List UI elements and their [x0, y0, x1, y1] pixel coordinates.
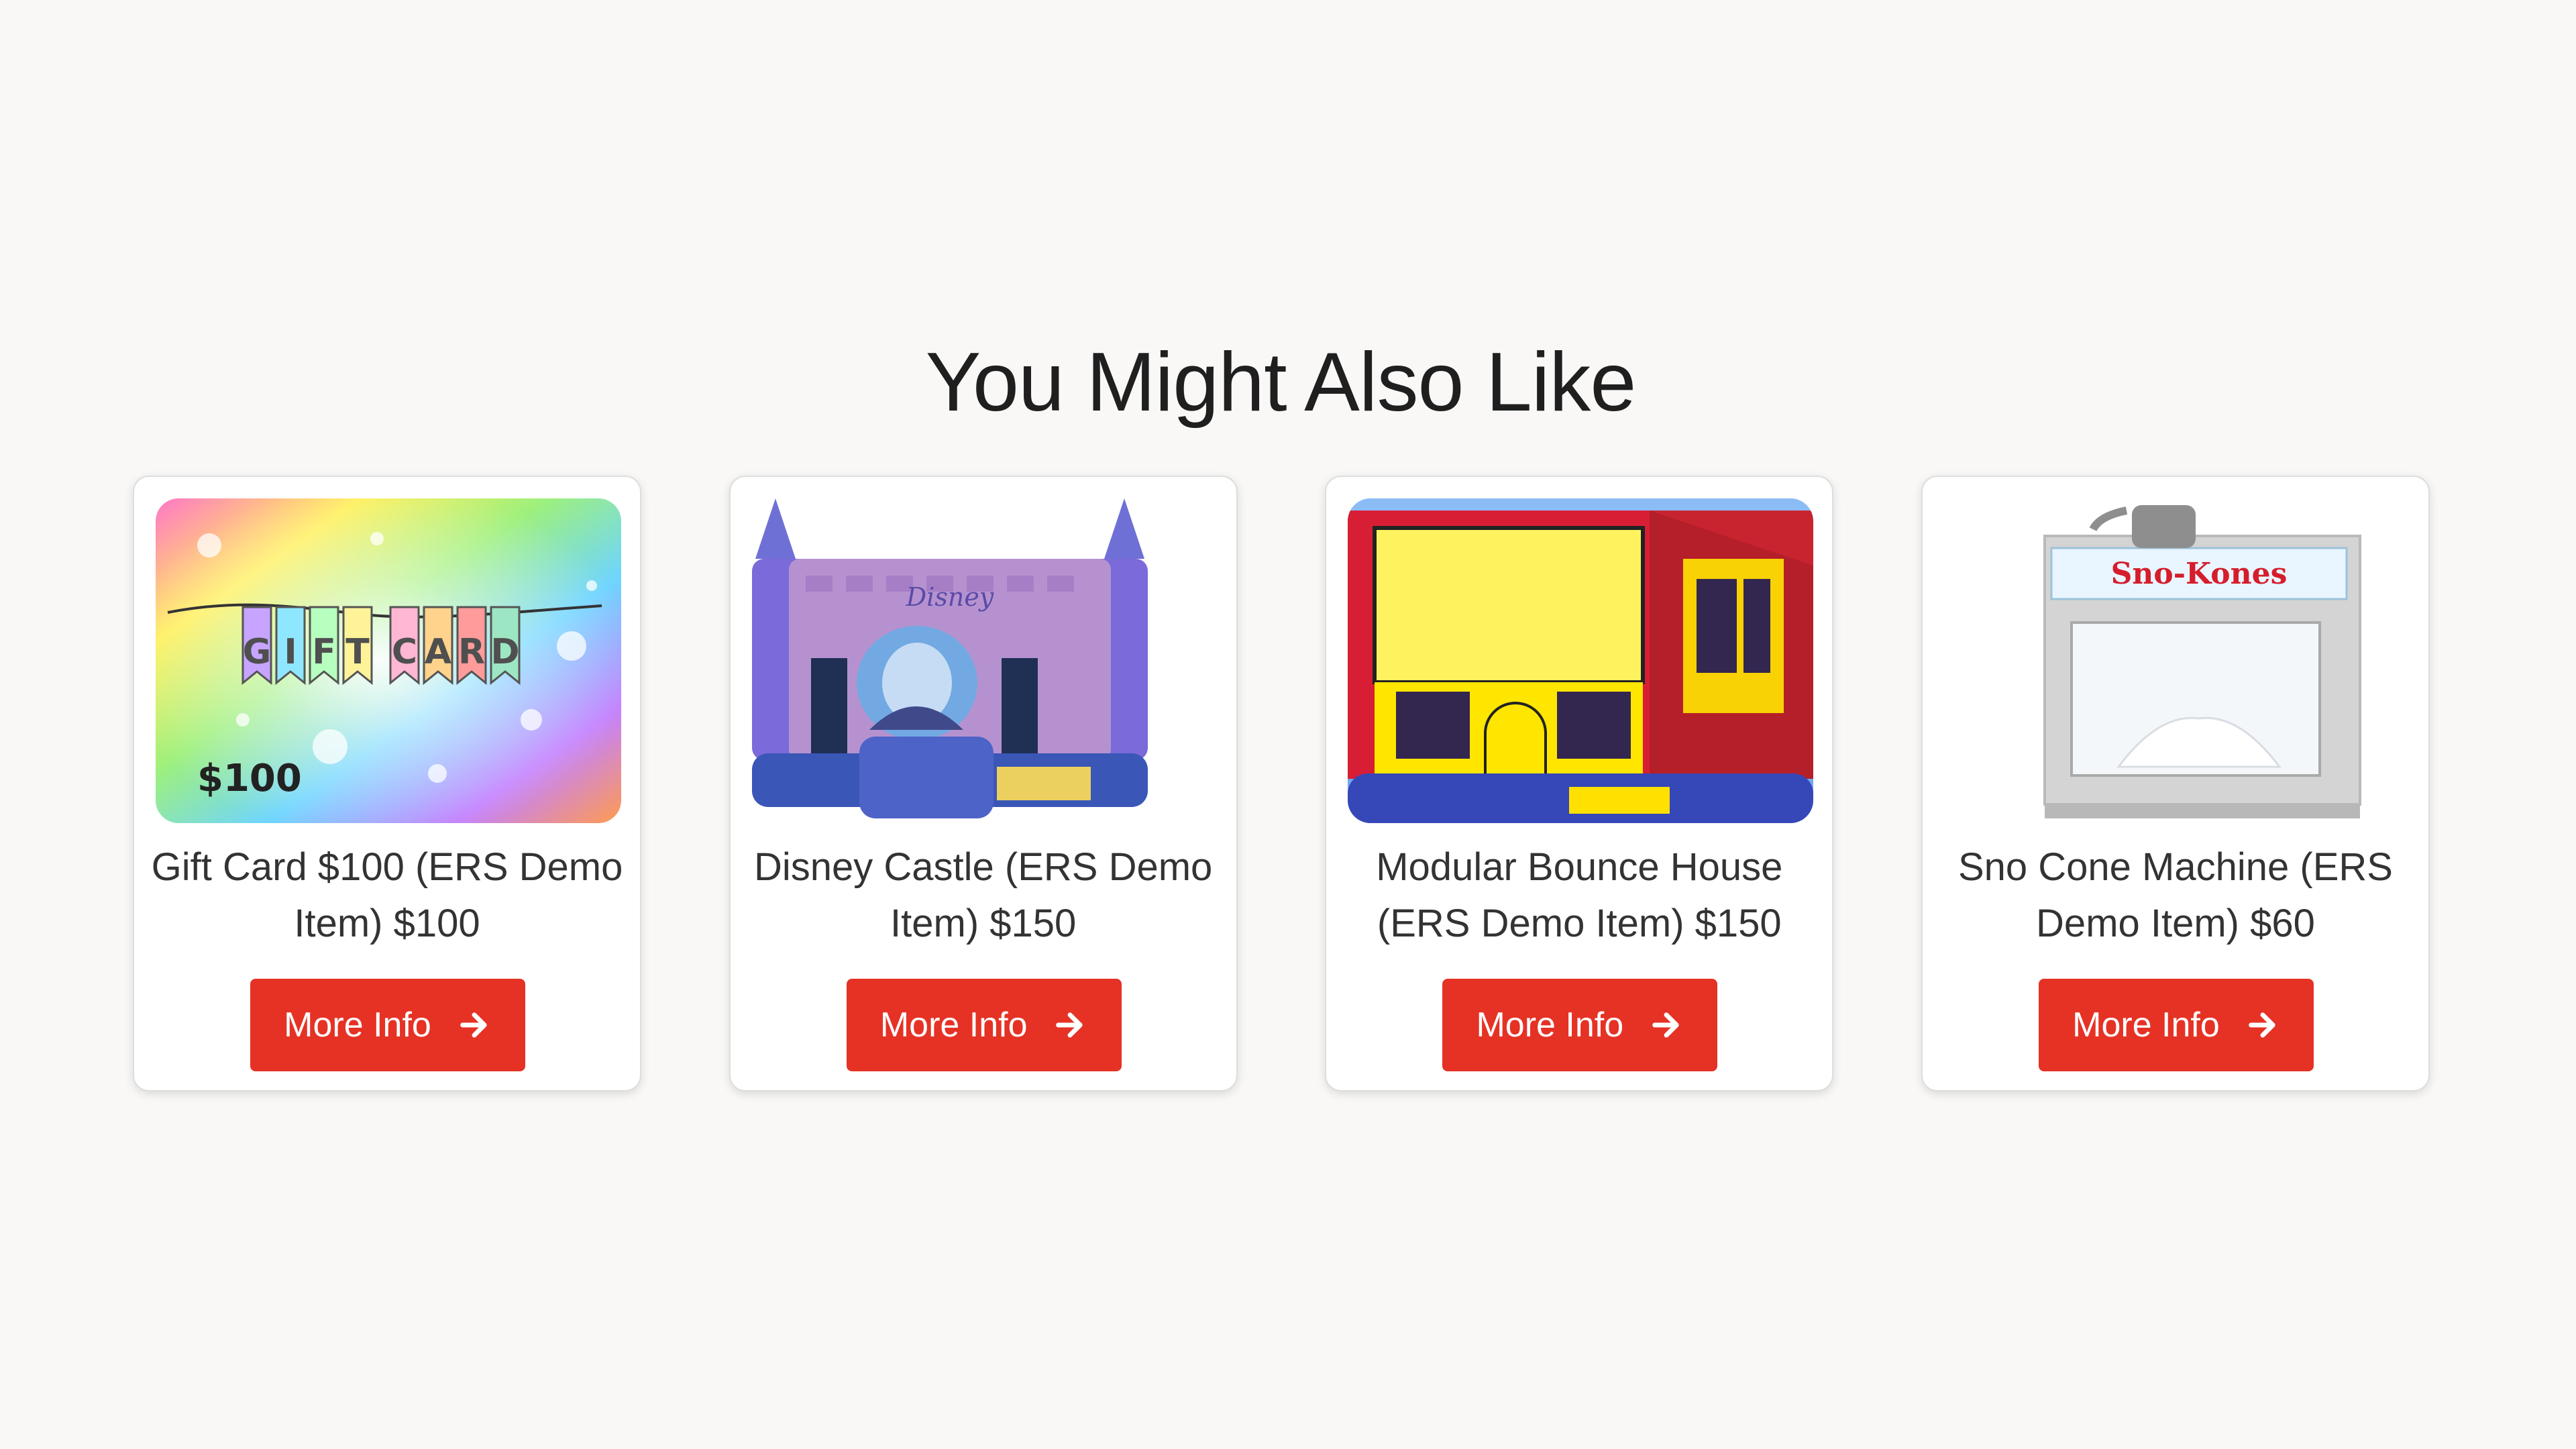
modular-bounce-house-image[interactable]	[1348, 498, 1814, 823]
sno-cone-machine-image-graphic: Sno-Kones	[1943, 498, 2410, 823]
disney-castle-image[interactable]: Disney	[751, 498, 1218, 823]
more-info-label: More Info	[284, 1006, 431, 1044]
arrow-right-icon	[1652, 1012, 1679, 1038]
arrow-right-icon	[1056, 1012, 1083, 1038]
svg-text:C: C	[392, 632, 417, 672]
svg-text:$100: $100	[197, 757, 302, 800]
more-info-label: More Info	[879, 1006, 1028, 1044]
product-card-sno-cone-machine: Sno-Kones Sno Cone Machine (ERS Demo Ite…	[1921, 476, 2430, 1091]
svg-text:T: T	[345, 632, 370, 672]
product-cards: G I F T C A R D $100 Gift Card $100 (ERS…	[133, 476, 2430, 1093]
more-info-label: More Info	[2072, 1006, 2220, 1044]
gift-card-image-graphic: G I F T C A R D $100	[156, 498, 621, 823]
more-info-button[interactable]: More Info	[250, 979, 525, 1071]
disney-castle-image-graphic: Disney	[751, 498, 1218, 823]
product-title[interactable]: Disney Castle (ERS Demo Item) $150	[744, 839, 1223, 952]
svg-text:Disney: Disney	[905, 582, 994, 612]
svg-text:G: G	[243, 632, 272, 672]
modular-bounce-house-image-graphic	[1348, 498, 1814, 823]
product-title[interactable]: Modular Bounce House (ERS Demo Item) $15…	[1340, 839, 1819, 952]
svg-text:I: I	[284, 632, 297, 672]
svg-text:Sno-Kones: Sno-Kones	[2111, 557, 2288, 591]
svg-text:R: R	[458, 632, 485, 672]
product-title[interactable]: Sno Cone Machine (ERS Demo Item) $60	[1936, 839, 2415, 952]
more-info-button[interactable]: More Info	[1442, 979, 1718, 1071]
gift-card-image[interactable]: G I F T C A R D $100	[156, 498, 621, 823]
svg-text:D: D	[490, 632, 519, 672]
product-card-disney-castle: Disney Disney Castle (ERS Demo Item) $15…	[729, 476, 1238, 1091]
sno-cone-machine-image[interactable]: Sno-Kones	[1943, 498, 2410, 823]
arrow-right-icon	[2248, 1012, 2275, 1038]
arrow-right-icon	[460, 1012, 487, 1038]
more-info-button[interactable]: More Info	[2038, 979, 2314, 1071]
product-card-gift-card: G I F T C A R D $100 Gift Card $100 (ERS…	[133, 476, 641, 1091]
svg-text:A: A	[425, 632, 451, 672]
product-card-modular-bounce-house: Modular Bounce House (ERS Demo Item) $15…	[1325, 476, 1834, 1091]
product-title[interactable]: Gift Card $100 (ERS Demo Item) $100	[148, 839, 627, 952]
section-title: You Might Also Like	[925, 336, 1637, 429]
svg-text:F: F	[312, 632, 336, 672]
more-info-label: More Info	[1476, 1006, 1624, 1044]
more-info-button[interactable]: More Info	[846, 979, 1122, 1071]
